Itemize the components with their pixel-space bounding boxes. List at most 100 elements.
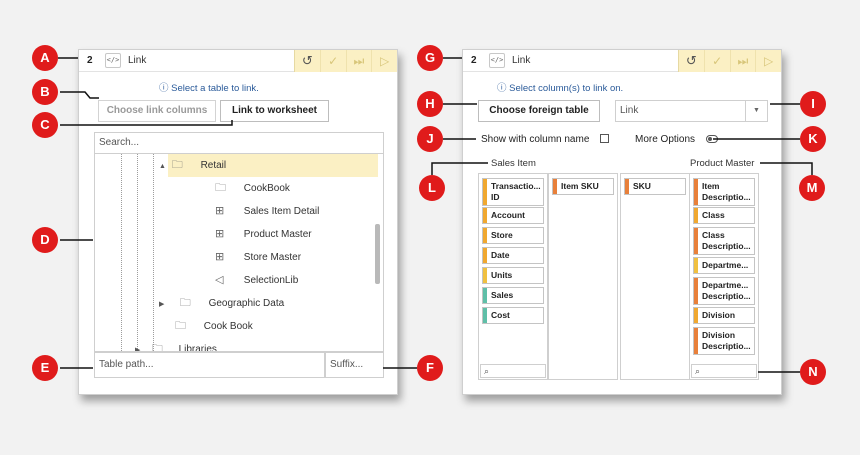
sales-item-link-columns: Item SKU [548,173,618,380]
sales-item-label: Sales Item [491,158,536,169]
column-chip[interactable]: Transactio... ID [482,178,544,206]
tree-guide [121,154,122,351]
info-text: ⓘ Select column(s) to link on. [497,83,624,94]
sales-item-columns: Transactio... ID Account Store Date Unit… [478,173,548,380]
check-icon[interactable]: ✓ [705,50,731,72]
right-link-panel: 2 </> Link ↺ ✓ ⏭ ▷ ⓘ Select column(s) to… [462,49,782,395]
play-icon[interactable]: ▷ [756,50,781,72]
column-chip[interactable]: Departme... Descriptio... [693,277,755,305]
column-chip[interactable]: Item SKU [552,178,614,195]
tree-item-cookbook[interactable]: 🗀 CookBook [215,177,290,199]
show-column-name-option[interactable]: Show with column name [481,134,610,145]
search-icon: ⌕ [695,366,701,376]
tree-guide [137,154,138,351]
header-actions: ↺ ✓ ⏭ ▷ [678,50,781,72]
tree-item-label: Geographic Data [208,298,285,309]
more-options-toggle[interactable] [705,135,718,143]
callout-m: M [799,175,825,201]
link-select-value: Link [620,105,639,116]
tree-item-selectionlib[interactable]: ◁ SelectionLib [215,269,298,291]
choose-foreign-table-button[interactable]: Choose foreign table [478,100,600,122]
folder-icon: 🗀 [215,182,226,194]
more-options[interactable]: More Options [635,134,718,145]
skip-icon[interactable]: ⏭ [731,50,757,72]
skip-icon[interactable]: ⏭ [347,50,373,72]
column-chip[interactable]: Account [482,207,544,224]
tree-item-retail[interactable]: ▲ 🗀 Retail [159,154,226,176]
search-icon: ⌕ [484,366,490,376]
caret-icon[interactable]: ▶ [159,294,169,316]
product-master-label: Product Master [690,158,755,169]
play-icon[interactable]: ▷ [372,50,397,72]
tree-item-sales-item-detail[interactable]: ⊞ Sales Item Detail [215,200,319,222]
callout-a: A [32,45,58,71]
panel-header: 2 </> Link ↺ ✓ ⏭ ▷ [463,50,781,72]
callout-i: I [800,91,826,117]
folder-icon: 🗀 [151,343,163,352]
callout-h: H [417,91,443,117]
callout-g: G [417,45,443,71]
column-chip[interactable]: Division [693,307,755,324]
check-icon[interactable]: ✓ [321,50,347,72]
search-input[interactable]: Search... [94,132,384,154]
table-icon: ⊞ [215,251,225,263]
tree-item-label: Libraries [178,344,217,352]
callout-l: L [419,175,445,201]
more-options-label: More Options [635,134,696,145]
left-link-panel: 2 </> Link ↺ ✓ ⏭ ▷ ⓘ Select a table to l… [78,49,398,395]
product-master-columns: Item Descriptio... Class Class Descripti… [689,173,759,380]
column-chip[interactable]: Departme... [693,257,755,274]
tree-item-label: SelectionLib [243,275,299,286]
column-chip[interactable]: Store [482,227,544,244]
info-text: ⓘ Select a table to link. [159,83,259,94]
callout-j: J [417,126,443,152]
panel-title: Link [128,55,147,66]
column-chip[interactable]: Units [482,267,544,284]
folder-icon: 🗀 [179,297,191,309]
tree-item-libraries[interactable]: ▶ 🗀 Libraries [135,338,217,352]
tree-item-label: Retail [200,160,227,171]
tree-item-label: Cook Book [203,321,253,332]
tree-item-geographic-data[interactable]: ▶ 🗀 Geographic Data [159,292,284,314]
callout-f: F [417,355,443,381]
step-number: 2 [471,55,477,66]
table-icon: ⊞ [215,228,225,240]
column-chip[interactable]: Date [482,247,544,264]
folder-icon: 🗀 [175,320,186,332]
callout-e: E [32,355,58,381]
tree-item-store-master[interactable]: ⊞ Store Master [215,246,301,268]
column-search-input[interactable]: ⌕ [480,364,546,378]
column-chip[interactable]: Class Descriptio... [693,227,755,255]
link-to-worksheet-button[interactable]: Link to worksheet [220,100,329,122]
caret-icon[interactable]: ▲ [159,156,169,178]
table-icon: ⊞ [215,205,225,217]
tree-item-product-master[interactable]: ⊞ Product Master [215,223,312,245]
step-number: 2 [87,55,93,66]
send-icon: ◁ [215,274,224,286]
folder-icon: 🗀 [171,159,183,171]
column-search-input[interactable]: ⌕ [691,364,757,378]
table-path-input[interactable]: Table path... [94,352,325,378]
column-chip[interactable]: SKU [624,178,686,195]
undo-icon[interactable]: ↺ [295,50,321,72]
tree-item-cook-book[interactable]: 🗀 Cook Book [175,315,253,337]
column-chip[interactable]: Division Descriptio... [693,327,755,355]
choose-link-columns-button[interactable]: Choose link columns [98,100,216,122]
product-master-link-columns: SKU [620,173,690,380]
caret-icon[interactable]: ▶ [135,340,145,351]
show-column-name-label: Show with column name [481,134,590,145]
suffix-input[interactable]: Suffix... [325,352,384,378]
link-select[interactable]: Link ▼ [615,100,768,122]
tree-scrollbar[interactable] [375,224,380,284]
column-chip[interactable]: Cost [482,307,544,324]
tree-item-label: Product Master [243,229,312,240]
chevron-down-icon[interactable]: ▼ [745,101,767,121]
undo-icon[interactable]: ↺ [679,50,705,72]
column-chip[interactable]: Item Descriptio... [693,178,755,206]
header-actions: ↺ ✓ ⏭ ▷ [294,50,397,72]
column-chip[interactable]: Sales [482,287,544,304]
callout-k: K [800,126,826,152]
show-column-name-checkbox[interactable] [600,134,610,143]
callout-n: N [800,359,826,385]
column-chip[interactable]: Class [693,207,755,224]
